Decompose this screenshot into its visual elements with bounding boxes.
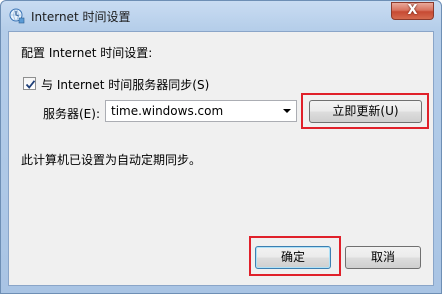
window-title: Internet 时间设置	[31, 10, 131, 24]
section-heading: 配置 Internet 时间设置:	[21, 46, 153, 60]
dialog-body: 配置 Internet 时间设置: 与 Internet 时间服务器同步(S) …	[8, 31, 434, 286]
sync-checkbox-label[interactable]: 与 Internet 时间服务器同步(S)	[41, 76, 209, 93]
cancel-label: 取消	[370, 250, 395, 264]
network-clock-icon	[9, 8, 25, 24]
chevron-down-icon[interactable]	[280, 101, 294, 121]
server-combobox[interactable]: time.windows.com	[105, 100, 297, 122]
update-now-button[interactable]: 立即更新(U)	[309, 100, 422, 123]
server-label: 服务器(E):	[43, 107, 100, 121]
title-bar[interactable]: Internet 时间设置 X	[1, 1, 441, 31]
internet-time-settings-dialog: Internet 时间设置 X 配置 Internet 时间设置: 与 Inte…	[0, 0, 442, 294]
close-icon: X	[407, 3, 418, 18]
update-now-label: 立即更新(U)	[332, 104, 399, 118]
close-button[interactable]: X	[391, 2, 434, 20]
server-value: time.windows.com	[111, 104, 224, 118]
status-text: 此计算机已设置为自动定期同步。	[21, 153, 202, 167]
ok-button[interactable]: 确定	[255, 246, 331, 269]
ok-label: 确定	[280, 250, 305, 264]
checkmark-icon	[25, 80, 36, 89]
cancel-button[interactable]: 取消	[345, 246, 421, 269]
sync-checkbox[interactable]	[23, 77, 36, 90]
